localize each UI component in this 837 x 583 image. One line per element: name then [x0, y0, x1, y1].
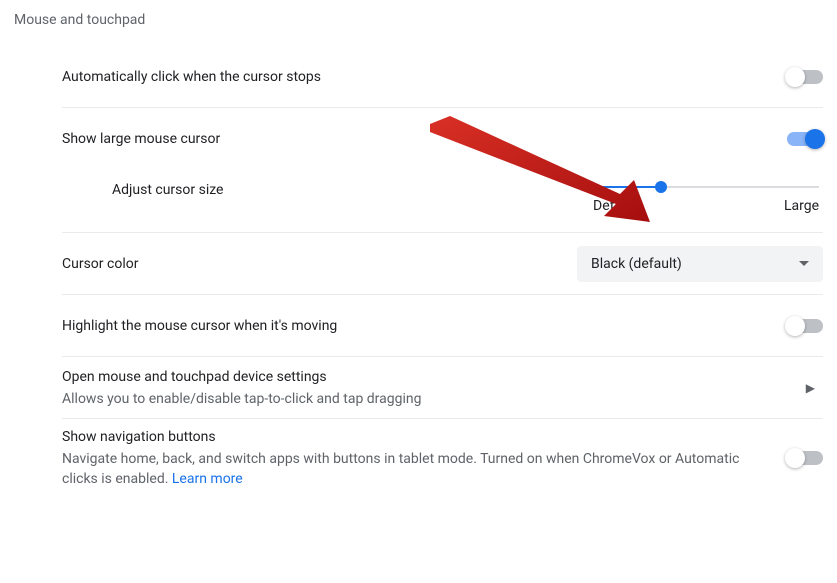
- row-cursor-color: Cursor color Black (default): [62, 233, 823, 295]
- row-large-cursor: Show large mouse cursor: [62, 108, 823, 170]
- cursor-color-label: Cursor color: [62, 254, 561, 274]
- slider-min-label: Default: [593, 198, 638, 214]
- cursor-size-slider[interactable]: [593, 186, 819, 188]
- nav-buttons-toggle[interactable]: [787, 451, 823, 465]
- autoclick-label: Automatically click when the cursor stop…: [62, 67, 771, 87]
- slider-max-label: Large: [784, 198, 819, 214]
- nav-buttons-sub: Navigate home, back, and switch apps wit…: [62, 449, 771, 489]
- device-settings-label: Open mouse and touchpad device settings: [62, 367, 790, 387]
- highlight-moving-toggle[interactable]: [787, 319, 823, 333]
- cursor-size-label: Adjust cursor size: [62, 180, 362, 198]
- highlight-moving-label: Highlight the mouse cursor when it's mov…: [62, 316, 771, 336]
- device-settings-sub: Allows you to enable/disable tap-to-clic…: [62, 389, 790, 409]
- large-cursor-toggle[interactable]: [787, 132, 823, 146]
- cursor-color-selected: Black (default): [591, 256, 682, 272]
- row-device-settings[interactable]: Open mouse and touchpad device settings …: [62, 357, 823, 419]
- learn-more-link[interactable]: Learn more: [172, 471, 243, 487]
- chevron-right-icon: ▶: [806, 381, 823, 395]
- row-highlight-moving: Highlight the mouse cursor when it's mov…: [62, 295, 823, 357]
- dropdown-caret-icon: [799, 261, 809, 266]
- nav-buttons-label: Show navigation buttons: [62, 427, 771, 447]
- cursor-color-select[interactable]: Black (default): [577, 246, 823, 282]
- row-autoclick: Automatically click when the cursor stop…: [62, 46, 823, 108]
- slider-thumb[interactable]: [655, 181, 667, 193]
- settings-content: Automatically click when the cursor stop…: [0, 46, 837, 497]
- autoclick-toggle[interactable]: [787, 70, 823, 84]
- row-nav-buttons: Show navigation buttons Navigate home, b…: [62, 419, 823, 497]
- large-cursor-label: Show large mouse cursor: [62, 129, 771, 149]
- row-cursor-size: Adjust cursor size Default Large: [62, 170, 823, 233]
- section-title: Mouse and touchpad: [0, 0, 837, 46]
